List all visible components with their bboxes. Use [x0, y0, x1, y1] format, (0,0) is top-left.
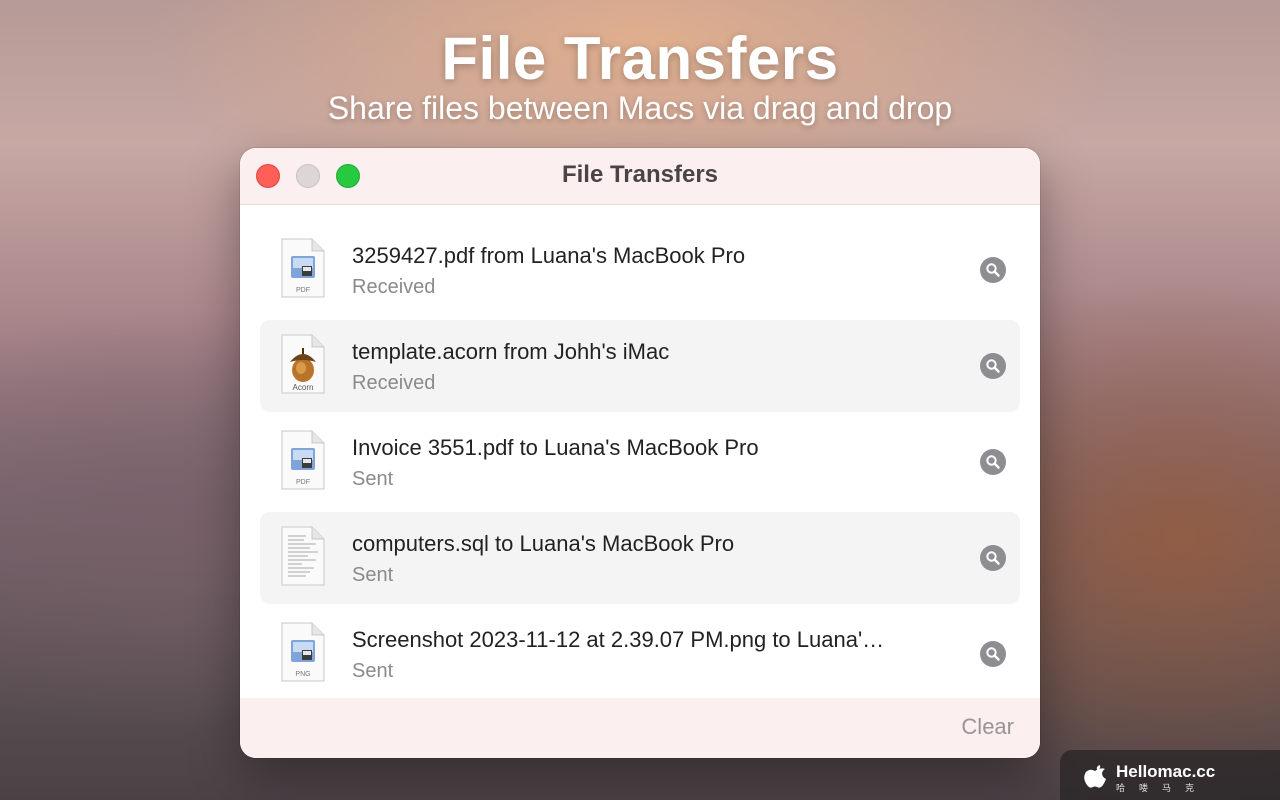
watermark: Hellomac.cc 哈喽马克 — [1060, 750, 1280, 800]
acorn-file-icon: Acorn — [281, 334, 325, 394]
transfer-title: Screenshot 2023-11-12 at 2.39.07 PM.png … — [352, 627, 885, 652]
transfer-row[interactable]: PDF Invoice 3551.pdf to Luana's MacBook … — [260, 416, 1020, 508]
transfer-title: Invoice 3551.pdf to Luana's MacBook Pro — [352, 435, 759, 460]
magnifier-icon — [986, 359, 1000, 373]
transfer-status: Sent — [352, 468, 394, 490]
hero-subtitle: Share files between Macs via drag and dr… — [327, 90, 953, 126]
png-file-icon: PNG — [281, 622, 325, 682]
file-type-label: PDF — [296, 479, 310, 486]
reveal-in-finder-button[interactable] — [980, 449, 1006, 475]
pdf-file-icon: PDF — [281, 430, 325, 490]
text-file-icon — [281, 526, 325, 586]
clear-button[interactable]: Clear — [961, 714, 1014, 740]
transfer-status: Received — [352, 276, 436, 298]
transfer-row[interactable]: PNG Screenshot 2023-11-12 at 2.39.07 PM.… — [260, 608, 1020, 700]
transfer-status: Received — [352, 372, 436, 394]
file-transfers-window: File Transfers PDF 3259427.pdf from Luan… — [240, 148, 1040, 758]
transfer-list: PDF 3259427.pdf from Luana's MacBook Pro… — [260, 224, 1020, 704]
transfer-row[interactable]: computers.sql to Luana's MacBook Pro Sen… — [260, 512, 1020, 604]
transfer-row[interactable]: Acorn template.acorn from Johh's iMac Re… — [260, 320, 1020, 412]
transfer-row[interactable]: PDF 3259427.pdf from Luana's MacBook Pro… — [260, 224, 1020, 316]
transfer-title: computers.sql to Luana's MacBook Pro — [352, 531, 735, 556]
apple-logo-icon — [1084, 765, 1106, 788]
magnifier-icon — [986, 647, 1000, 661]
magnifier-icon — [986, 263, 1000, 277]
watermark-subtext: 哈喽马克 — [1116, 783, 1209, 793]
reveal-in-finder-button[interactable] — [980, 257, 1006, 283]
window-title: File Transfers — [561, 161, 719, 188]
magnifier-icon — [986, 455, 1000, 469]
file-type-label: Acorn — [293, 383, 314, 392]
transfer-title: 3259427.pdf from Luana's MacBook Pro — [352, 243, 746, 268]
transfer-status: Sent — [352, 660, 394, 682]
title-bar: File Transfers — [240, 148, 1040, 205]
transfer-title: template.acorn from Johh's iMac — [352, 339, 670, 364]
hero-title: File Transfers — [441, 25, 839, 92]
magnifier-icon — [986, 551, 1000, 565]
reveal-in-finder-button[interactable] — [980, 641, 1006, 667]
file-type-label: PDF — [296, 287, 310, 294]
reveal-in-finder-button[interactable] — [980, 545, 1006, 571]
transfer-status: Sent — [352, 564, 394, 586]
reveal-in-finder-button[interactable] — [980, 353, 1006, 379]
watermark-text: Hellomac.cc — [1116, 762, 1216, 781]
window-footer: Clear — [240, 698, 1040, 758]
file-type-label: PNG — [295, 671, 310, 678]
pdf-file-icon: PDF — [281, 238, 325, 298]
